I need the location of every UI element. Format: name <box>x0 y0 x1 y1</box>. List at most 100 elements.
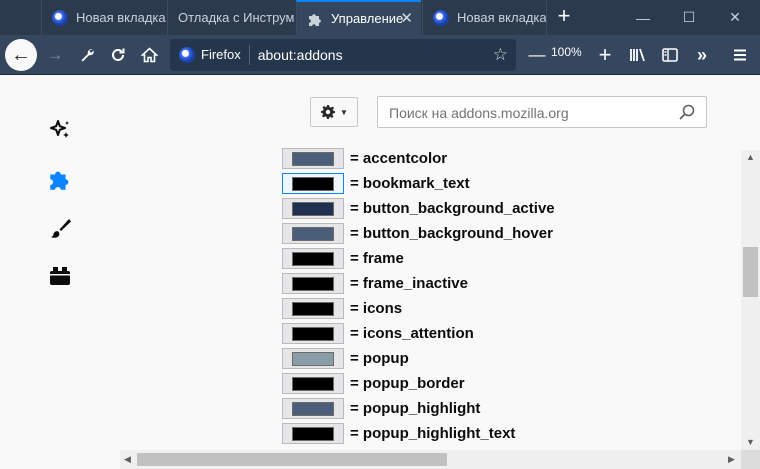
color-property-label: = popup <box>350 350 409 367</box>
reload-icon <box>112 48 125 61</box>
color-row: = popup_border <box>282 371 465 396</box>
color-row: = button_background_hover <box>282 221 553 246</box>
tab-new-tab-2[interactable]: Новая вкладка <box>422 0 547 35</box>
tab-debugging[interactable]: Отладка с Инструм <box>167 0 295 35</box>
vertical-scroll-thumb[interactable] <box>743 247 758 297</box>
theme-color-list: = accentcolor = bookmark_text = button_bac… <box>282 146 732 452</box>
color-row: = button_background_active <box>282 196 555 221</box>
color-property-label: = bookmark_text <box>350 175 470 192</box>
scroll-up-icon[interactable]: ▲ <box>746 152 755 162</box>
color-swatch <box>292 176 334 191</box>
color-picker-button[interactable] <box>282 423 344 444</box>
search-icon <box>679 104 695 120</box>
color-row: = popup_highlight_text <box>282 421 515 446</box>
color-picker-button[interactable] <box>282 223 344 244</box>
color-swatch <box>292 276 334 291</box>
color-property-label: = frame <box>350 250 404 267</box>
plugins-icon <box>50 267 70 285</box>
minimize-button[interactable]: — <box>620 0 666 35</box>
developer-tools-button[interactable] <box>72 40 102 70</box>
category-plugins[interactable] <box>46 262 74 290</box>
tab-strip: Новая вкладка Отладка с Инструм Управлен… <box>0 0 760 35</box>
category-themes[interactable] <box>46 214 74 242</box>
tools-menu-button[interactable]: ▼ <box>310 97 358 127</box>
scroll-left-icon[interactable]: ◀ <box>124 454 131 465</box>
color-row: = frame <box>282 246 404 271</box>
color-picker-button[interactable] <box>282 348 344 369</box>
sidebar-icon <box>662 48 678 62</box>
reload-button[interactable] <box>103 40 133 70</box>
color-property-label: = popup_highlight <box>350 400 481 417</box>
zoom-level[interactable]: 100% <box>551 45 582 59</box>
color-swatch <box>292 426 334 441</box>
color-row: = popup_highlight <box>282 396 480 421</box>
color-swatch <box>292 351 334 366</box>
themes-icon <box>51 219 71 238</box>
zoom-out-button[interactable]: — <box>522 40 552 70</box>
home-button[interactable] <box>134 40 164 70</box>
color-picker-button[interactable] <box>282 273 344 294</box>
forward-arrow-icon: → <box>46 45 64 64</box>
color-row: = accentcolor <box>282 146 447 171</box>
home-icon <box>140 47 158 63</box>
color-picker-button[interactable] <box>282 298 344 319</box>
color-swatch <box>292 226 334 241</box>
color-picker-button[interactable] <box>282 323 344 344</box>
color-picker-button[interactable] <box>282 173 344 194</box>
color-row: = icons_attention <box>282 321 474 346</box>
color-picker-button[interactable] <box>282 373 344 394</box>
tab-new-tab-1[interactable]: Новая вкладка <box>41 0 166 35</box>
color-row: = popup <box>282 346 409 371</box>
new-tab-button[interactable]: + <box>551 5 577 29</box>
recommendations-icon <box>50 120 69 138</box>
gear-icon <box>321 105 336 119</box>
vertical-scrollbar[interactable]: ▲ ▼ <box>741 150 760 450</box>
color-property-label: = frame_inactive <box>350 275 468 292</box>
bookmark-star-icon[interactable]: ☆ <box>493 45 508 65</box>
nav-toolbar: ← → Firefox about:addons ☆ — 100% + » <box>0 35 760 75</box>
color-row: = frame_inactive <box>282 271 468 296</box>
color-picker-button[interactable] <box>282 148 344 169</box>
url-text[interactable]: about:addons <box>258 47 343 63</box>
color-swatch <box>292 151 334 166</box>
tab-label: Новая вкладка <box>76 10 166 25</box>
color-picker-button[interactable] <box>282 398 344 419</box>
scroll-down-icon[interactable]: ▼ <box>746 437 755 447</box>
firefox-icon <box>433 9 449 26</box>
wrench-icon <box>81 49 94 62</box>
tab-label: Отладка с Инструм <box>178 10 295 25</box>
color-swatch <box>292 251 334 266</box>
color-swatch <box>292 301 334 316</box>
addons-main: ▼ Поиск на addons.mozilla.org = accentco… <box>120 75 760 469</box>
color-property-label: = accentcolor <box>350 150 448 167</box>
scroll-right-icon[interactable]: ▶ <box>728 454 735 465</box>
color-picker-button[interactable] <box>282 248 344 269</box>
addons-category-sidebar <box>0 75 120 469</box>
color-picker-button[interactable] <box>282 198 344 219</box>
overflow-menu-button[interactable]: » <box>687 40 717 70</box>
extensions-icon <box>50 171 69 190</box>
forward-button[interactable]: → <box>40 40 70 70</box>
sidebar-toggle-button[interactable] <box>655 40 685 70</box>
zoom-in-button[interactable]: + <box>590 40 620 70</box>
search-placeholder: Поиск на addons.mozilla.org <box>389 105 569 121</box>
app-menu-button[interactable] <box>725 40 755 70</box>
tab-addons-manager[interactable]: Управление ✕ <box>296 0 421 35</box>
library-button[interactable] <box>623 40 653 70</box>
addons-search-input[interactable]: Поиск на addons.mozilla.org <box>377 96 707 128</box>
hamburger-icon <box>734 49 746 61</box>
close-window-button[interactable]: ✕ <box>712 0 758 35</box>
url-bar[interactable]: Firefox about:addons ☆ <box>170 39 516 71</box>
color-swatch <box>292 326 334 341</box>
category-recommendations[interactable] <box>46 116 74 144</box>
close-tab-icon[interactable]: ✕ <box>400 11 413 27</box>
puzzle-icon <box>309 13 321 26</box>
horizontal-scroll-thumb[interactable] <box>137 453 447 466</box>
back-button[interactable]: ← <box>5 39 37 71</box>
maximize-button[interactable]: ☐ <box>666 0 712 35</box>
color-property-label: = popup_highlight_text <box>350 425 516 442</box>
category-extensions[interactable] <box>46 165 74 193</box>
color-row: = icons <box>282 296 402 321</box>
horizontal-scrollbar[interactable]: ◀ ▶ <box>120 450 741 469</box>
chevron-down-icon: ▼ <box>340 107 348 117</box>
